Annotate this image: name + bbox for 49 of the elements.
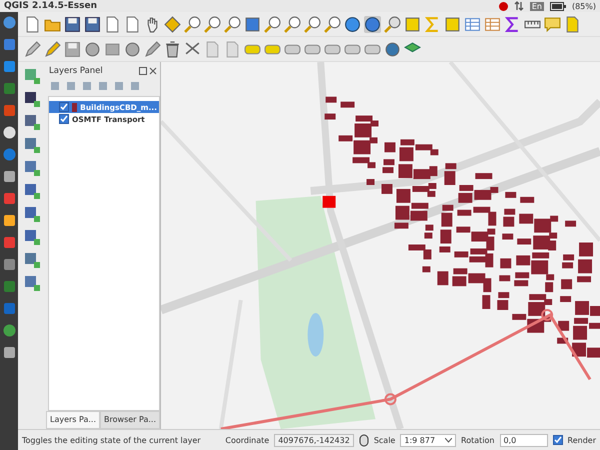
- scale-combo[interactable]: 1:9 877: [400, 434, 456, 446]
- polygon-symbol-icon: [72, 102, 78, 112]
- render-label: Render: [568, 436, 596, 444]
- panel-tab[interactable]: Browser Pa...: [100, 411, 160, 429]
- delete-trash-icon[interactable]: [164, 40, 181, 58]
- coordinate-field[interactable]: 4097676,-142432: [274, 434, 354, 446]
- layer-checkbox[interactable]: [59, 102, 69, 112]
- close-icon[interactable]: [149, 67, 157, 75]
- keyboard-language-indicator[interactable]: En: [530, 2, 544, 10]
- new-file-icon[interactable]: [24, 16, 41, 32]
- battery-icon[interactable]: [550, 2, 566, 10]
- mouse-icon[interactable]: [358, 434, 369, 446]
- annotation-icon[interactable]: [544, 16, 561, 32]
- new-layout-icon[interactable]: [104, 16, 121, 32]
- render-checkbox[interactable]: [552, 435, 563, 445]
- measure-glass-icon[interactable]: [384, 16, 401, 32]
- map-drawing[interactable]: [161, 62, 600, 429]
- layer-checkbox[interactable]: [59, 114, 69, 124]
- save-edits-icon[interactable]: [64, 40, 81, 58]
- zoom-out-icon[interactable]: [204, 16, 221, 32]
- scale-label: Scale: [374, 436, 396, 444]
- network-arrows-icon[interactable]: [514, 1, 524, 11]
- launcher-app-icon[interactable]: [2, 126, 16, 139]
- digitize-pencil-icon[interactable]: [24, 40, 41, 58]
- rotation-label: Rotation: [461, 436, 495, 444]
- launcher-app-icon[interactable]: [2, 324, 16, 337]
- paste-icon[interactable]: [564, 16, 581, 32]
- coordinate-label: Coordinate: [225, 436, 270, 444]
- attribute-table-icon[interactable]: [464, 16, 481, 32]
- panel-tab[interactable]: Layers Pa...: [46, 411, 100, 429]
- float-panel-icon[interactable]: [139, 67, 147, 75]
- rotation-spinbox[interactable]: 0,0: [500, 434, 548, 446]
- save-as-icon[interactable]: [84, 16, 101, 32]
- launcher-app-icon[interactable]: [2, 214, 16, 227]
- zoom-in-icon[interactable]: [184, 16, 201, 32]
- launcher-app-icon[interactable]: [2, 170, 16, 183]
- launcher-app-icon[interactable]: [2, 346, 16, 359]
- battery-percentage: (85%): [572, 2, 596, 10]
- window-title: QGIS 2.14.5-Essen: [4, 1, 97, 11]
- caret-icon: [445, 438, 452, 442]
- record-dot-icon[interactable]: [498, 2, 508, 10]
- save-icon[interactable]: [64, 16, 81, 32]
- statistics-sigma-icon[interactable]: [504, 16, 521, 32]
- panel-title: Layers Panel: [49, 66, 103, 76]
- layout-manager-icon[interactable]: [124, 16, 141, 32]
- scissors-icon[interactable]: [184, 40, 201, 58]
- status-message: Toggles the editing state of the current layer: [22, 436, 202, 444]
- launcher-app-icon[interactable]: [2, 16, 16, 29]
- edit-pencil-icon[interactable]: [44, 40, 61, 58]
